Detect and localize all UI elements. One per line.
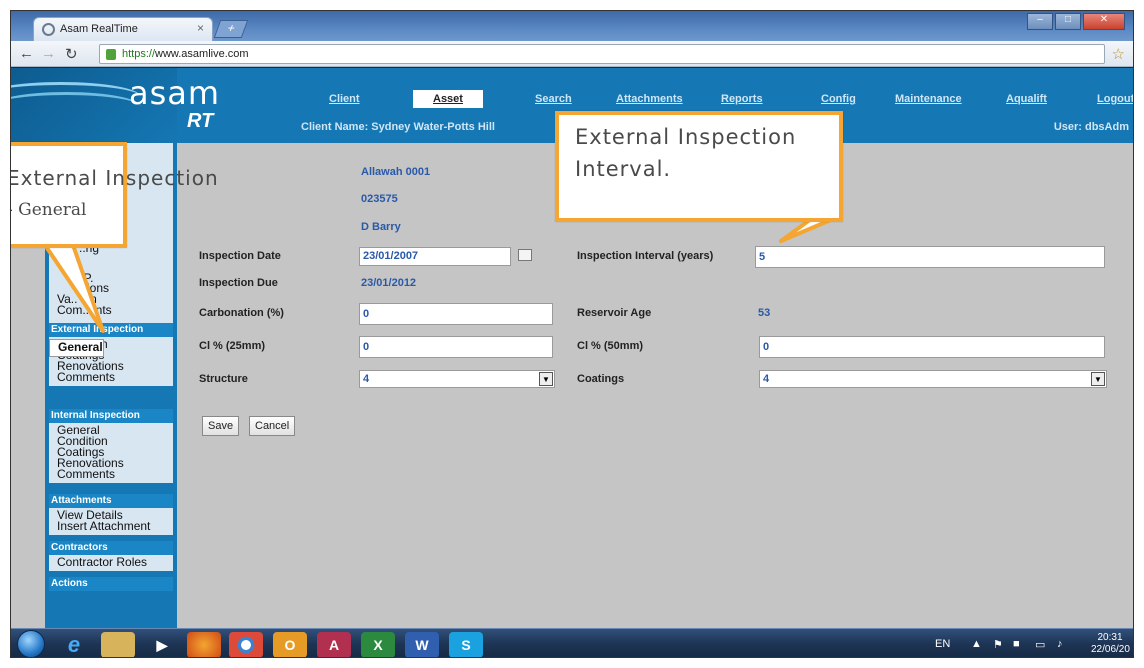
left-callout-line2: - General [10,200,87,220]
left-callout-line1: External Inspection [10,166,219,190]
left-callout: External Inspection - General [10,142,218,248]
right-callout: External Inspection Interval. [555,111,843,222]
left-callout-pointer [43,243,105,333]
callout-pointers [43,217,835,333]
right-callout-line2: Interval. [575,157,672,181]
right-callout-pointer [779,217,835,243]
right-callout-line1: External Inspection [575,125,797,149]
screenshot-frame: Asam RealTime × + – □ ✕ ← → ↻ https://ww… [10,10,1134,658]
